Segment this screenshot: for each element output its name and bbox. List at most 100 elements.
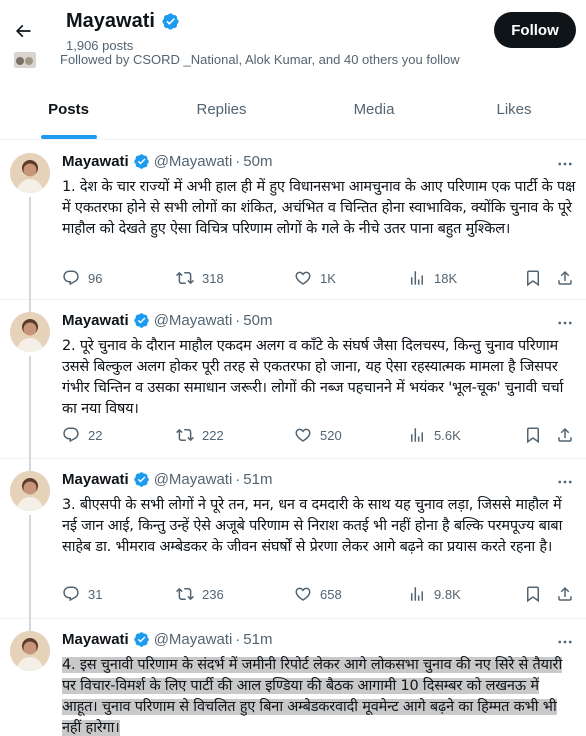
tab-posts[interactable]: Posts [0,80,137,139]
post-text: 4. इस चुनावी परिणाम के संदर्भ में जमीनी … [62,655,578,736]
avatar[interactable] [10,631,50,671]
reply-button[interactable]: 22 [62,424,102,446]
verified-badge-icon [161,12,180,31]
views-count: 9.8K [434,586,461,602]
bookmark-button[interactable] [524,267,542,289]
tab-replies[interactable]: Replies [137,80,306,139]
like-button[interactable]: 520 [294,424,342,446]
bookmark-button[interactable] [524,583,542,605]
author-name[interactable]: Mayawati [62,153,129,170]
more-options-button[interactable] [554,631,576,653]
like-button[interactable]: 658 [294,583,342,605]
tab-media[interactable]: Media [306,80,442,139]
author-name[interactable]: Mayawati [62,631,129,648]
post-item[interactable]: Mayawati @Mayawati · 51m 4. इस चुनावी पर… [0,619,586,736]
avatar[interactable] [10,153,50,193]
separator-dot: · [235,312,241,329]
post-actions: 22 222 520 5.6K [62,424,578,446]
author-name[interactable]: Mayawati [62,312,129,329]
profile-tabs: Posts Replies Media Likes [0,80,586,140]
author-handle[interactable]: @Mayawati [154,153,233,170]
tab-label: Media [353,101,395,118]
author-handle[interactable]: @Mayawati [154,312,233,329]
follower-avatar [14,52,36,68]
reply-count: 96 [88,270,103,286]
like-count: 1K [320,270,336,286]
followed-by-row[interactable]: Followed by CSORD _National, Alok Kumar,… [0,52,586,72]
repost-count: 236 [202,586,224,602]
repost-icon [176,587,194,601]
bookmark-icon [527,270,539,287]
views-count: 18K [434,270,458,286]
reply-button[interactable]: 31 [62,583,102,605]
more-options-button[interactable] [554,471,576,493]
post-header: Mayawati @Mayawati · 50m [62,312,272,329]
post-header: Mayawati @Mayawati · 51m [62,631,272,648]
profile-name: Mayawati [66,10,155,32]
reply-icon [63,427,79,443]
share-icon [558,270,572,285]
more-options-button[interactable] [554,153,576,175]
thread-line [29,459,31,471]
avatar[interactable] [10,312,50,352]
bookmark-button[interactable] [524,424,542,446]
repost-button[interactable]: 236 [176,583,224,605]
arrow-left-icon [15,24,31,38]
post-item[interactable]: Mayawati @Mayawati · 51m 3. बीएसपी के सभ… [0,459,586,619]
reply-count: 31 [88,586,103,602]
post-actions: 31 236 658 9.8K [62,583,578,605]
thread-line [29,197,31,300]
reply-count: 22 [88,427,103,443]
views-button[interactable]: 18K [408,267,457,289]
post-text: 1. देश के चार राज्यों में अभी हाल ही में… [62,179,576,237]
back-button[interactable] [6,14,40,48]
more-icon [558,480,572,484]
separator-dot: · [235,631,241,648]
views-button[interactable]: 9.8K [408,583,461,605]
repost-button[interactable]: 318 [176,267,224,289]
reply-button[interactable]: 96 [62,267,102,289]
verified-badge-icon [133,631,150,648]
follow-button[interactable]: Follow [494,12,576,48]
share-icon [558,427,572,442]
author-name[interactable]: Mayawati [62,471,129,488]
separator-dot: · [235,153,241,170]
repost-icon [176,428,194,442]
post-item[interactable]: Mayawati @Mayawati · 50m 1. देश के चार र… [0,141,586,300]
post-time[interactable]: 51m [243,471,272,488]
post-time[interactable]: 50m [243,153,272,170]
thread-line [29,300,31,312]
active-tab-indicator [40,135,97,139]
avatar[interactable] [10,471,50,511]
author-handle[interactable]: @Mayawati [154,471,233,488]
reply-icon [63,586,79,602]
profile-header: Mayawati 1,906 posts Follow Followed by … [0,0,586,80]
verified-badge-icon [133,312,150,329]
share-button[interactable] [556,424,574,446]
share-button[interactable] [556,267,574,289]
author-handle[interactable]: @Mayawati [154,631,233,648]
more-options-button[interactable] [554,312,576,334]
tab-label: Likes [496,101,532,118]
post-item[interactable]: Mayawati @Mayawati · 50m 2. पूरे चुनाव क… [0,300,586,459]
repost-count: 318 [202,270,224,286]
thread-line [29,515,31,619]
heart-icon [295,587,311,601]
thread-line [29,356,31,459]
verified-badge-icon [133,471,150,488]
like-count: 658 [320,586,342,602]
like-button[interactable]: 1K [294,267,336,289]
reply-icon [63,270,79,286]
tab-label: Replies [196,101,247,118]
tab-likes[interactable]: Likes [442,80,586,139]
post-time[interactable]: 51m [243,631,272,648]
views-chart-icon [411,271,423,285]
post-time[interactable]: 50m [243,312,272,329]
post-header: Mayawati @Mayawati · 50m [62,153,272,170]
share-button[interactable] [556,583,574,605]
profile-title-row: Mayawati [66,10,180,33]
repost-button[interactable]: 222 [176,424,224,446]
heart-icon [295,428,311,442]
thread-line [29,619,31,631]
views-button[interactable]: 5.6K [408,424,461,446]
